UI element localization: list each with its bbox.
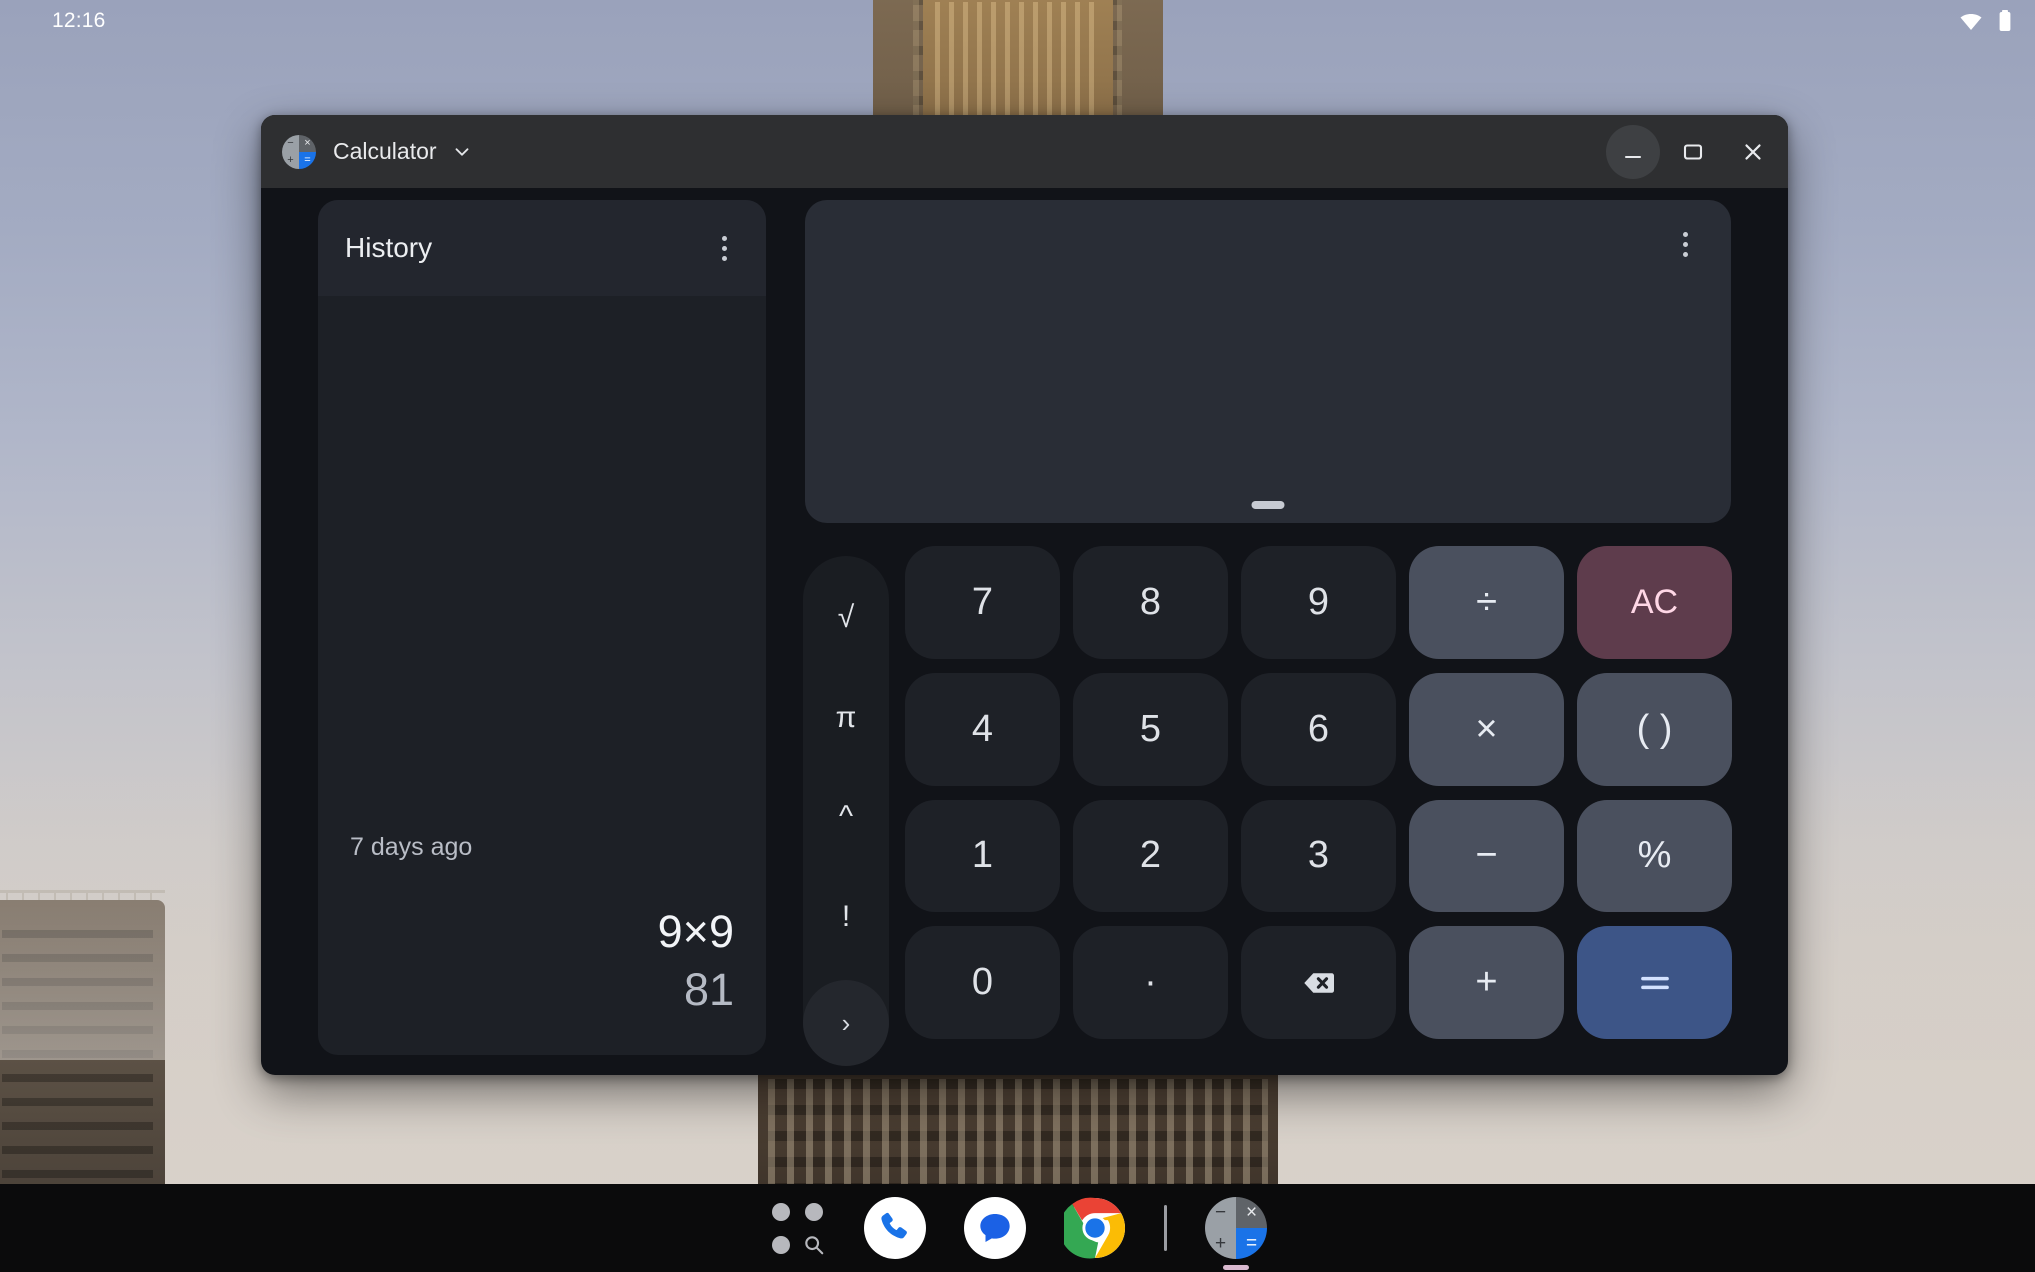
shelf-divider [1164,1205,1167,1251]
icon-quadrant-equals: = [1236,1228,1267,1259]
drag-handle[interactable] [1251,501,1285,509]
key-1[interactable]: 1 [905,799,1060,913]
list-item[interactable]: 7 days ago 9×9 81 [350,833,734,1021]
sqrt-key[interactable]: √ [810,582,882,654]
running-app-indicator [1223,1265,1249,1270]
key-divide[interactable]: ÷ [1409,546,1564,659]
key-9[interactable]: 9 [1241,546,1396,659]
close-button[interactable] [1726,125,1780,179]
calculator-icon: − × + = [282,134,316,169]
more-vert-icon[interactable] [1663,222,1707,266]
window-controls [1606,124,1780,179]
keypad: 7 8 9 ÷ AC 4 5 6 × ( ) 1 2 3 − % 0 · + [905,546,1732,1039]
key-multiply[interactable]: × [1409,672,1564,786]
window-title: Calculator [333,138,437,164]
shelf: − × + = [0,1184,2035,1272]
key-add[interactable]: + [1409,926,1564,1039]
status-clock[interactable]: 12:16 [52,9,106,33]
launcher-search-icon [768,1199,826,1257]
shelf-app-phone[interactable] [864,1197,926,1259]
key-4[interactable]: 4 [905,672,1060,786]
status-bar: 12:16 [0,0,2035,42]
history-entry-date: 7 days ago [350,833,473,861]
key-2[interactable]: 2 [1073,799,1228,913]
key-equals[interactable] [1577,926,1732,1039]
key-decimal[interactable]: · [1073,926,1228,1039]
shelf-app-messages[interactable] [964,1197,1026,1259]
icon-quadrant-multiply: × [299,134,316,152]
key-3[interactable]: 3 [1241,799,1396,913]
icon-quadrant-plus: + [1205,1228,1236,1259]
backspace-icon [1301,965,1337,1001]
status-icons [1959,9,2013,33]
maximize-button[interactable] [1666,125,1720,179]
more-vert-icon[interactable] [702,226,746,270]
window-titlebar[interactable]: − × + = Calculator [261,115,1788,188]
history-panel: History 7 days ago 9×9 81 [318,200,766,1055]
wifi-icon[interactable] [1959,9,1983,33]
icon-quadrant-minus: − [1205,1197,1236,1228]
equals-icon [1633,961,1677,1005]
history-list[interactable]: 7 days ago 9×9 81 [318,296,766,1055]
icon-quadrant-equals: = [299,151,316,169]
icon-quadrant-multiply: × [1236,1197,1267,1228]
chrome-icon [1064,1197,1126,1259]
expand-functions-key[interactable]: › [803,980,889,1066]
launcher-button[interactable] [768,1199,826,1257]
key-7[interactable]: 7 [905,546,1060,659]
chevron-down-icon[interactable] [451,141,473,163]
icon-quadrant-plus: + [282,151,299,169]
calculator-body: History 7 days ago 9×9 81 √ π ^ ! › 7 8 … [261,188,1788,1075]
key-subtract[interactable]: − [1409,799,1564,913]
history-entry-expression[interactable]: 9×9 [350,904,734,960]
history-title: History [345,232,433,263]
pi-key[interactable]: π [810,682,882,754]
phone-icon [864,1197,926,1259]
battery-icon[interactable] [1997,9,2013,33]
function-rail: √ π ^ ! › [803,556,889,1066]
key-percent[interactable]: % [1577,799,1732,913]
factorial-key[interactable]: ! [810,881,882,953]
key-parentheses[interactable]: ( ) [1577,672,1732,786]
history-entry-result[interactable]: 81 [350,960,734,1021]
shelf-app-chrome[interactable] [1064,1197,1126,1259]
key-5[interactable]: 5 [1073,672,1228,786]
display-panel[interactable] [805,200,1731,523]
power-key[interactable]: ^ [810,781,882,853]
shelf-app-calculator[interactable]: − × + = [1205,1197,1267,1270]
minimize-button[interactable] [1606,124,1660,179]
key-0[interactable]: 0 [905,926,1060,1039]
key-8[interactable]: 8 [1073,546,1228,659]
messages-icon [964,1197,1026,1259]
calculator-window: − × + = Calculator History 7 days ago 9×… [261,115,1788,1075]
key-backspace[interactable] [1241,926,1396,1039]
key-6[interactable]: 6 [1241,672,1396,786]
history-header: History [318,200,766,296]
calculator-icon: − × + = [1205,1197,1267,1259]
icon-quadrant-minus: − [282,134,299,152]
key-all-clear[interactable]: AC [1577,546,1732,659]
